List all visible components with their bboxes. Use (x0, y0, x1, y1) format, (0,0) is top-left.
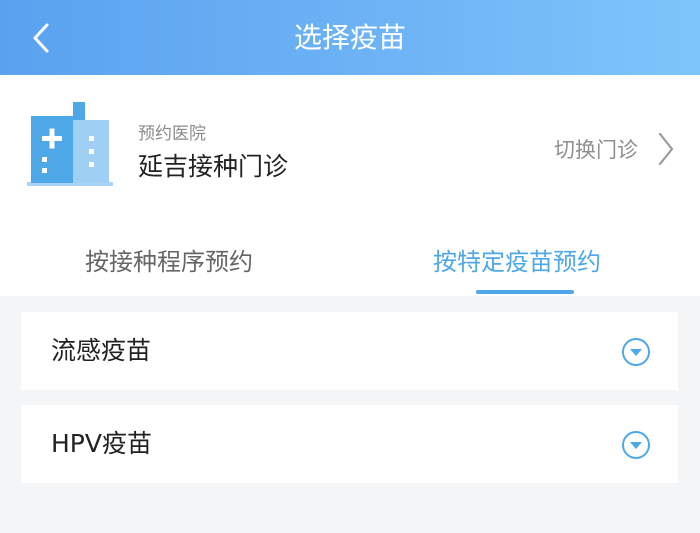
chevron-right-icon (658, 132, 674, 166)
switch-clinic-label: 切换门诊 (554, 138, 638, 162)
chevron-down-circle-icon (622, 431, 650, 459)
hospital-name: 延吉接种门诊 (138, 152, 289, 181)
back-button[interactable] (22, 18, 60, 58)
tab-by-vaccine[interactable]: 按特定疫苗预约 (433, 240, 601, 296)
active-tab-indicator (476, 290, 574, 294)
page-title: 选择疫苗 (293, 21, 406, 54)
header-bar: 选择疫苗 (0, 0, 700, 75)
booking-tabs: 按接种程序预约 按特定疫苗预约 (0, 240, 700, 296)
vaccine-item-flu[interactable]: 流感疫苗 (21, 312, 678, 390)
switch-clinic-button[interactable]: 切换门诊 (554, 129, 674, 169)
chevron-down-circle-icon (622, 338, 650, 366)
vaccine-label: HPV疫苗 (51, 429, 152, 458)
vaccine-label: 流感疫苗 (51, 336, 152, 365)
tab-by-schedule[interactable]: 按接种程序预约 (85, 240, 253, 296)
hospital-label: 预约医院 (138, 124, 206, 144)
hospital-building-icon (27, 102, 113, 186)
hospital-card: 预约医院 延吉接种门诊 切换门诊 按接种程序预约 按特定疫苗预约 (0, 75, 700, 296)
chevron-left-icon (33, 23, 49, 53)
vaccine-item-hpv[interactable]: HPV疫苗 (21, 405, 678, 483)
